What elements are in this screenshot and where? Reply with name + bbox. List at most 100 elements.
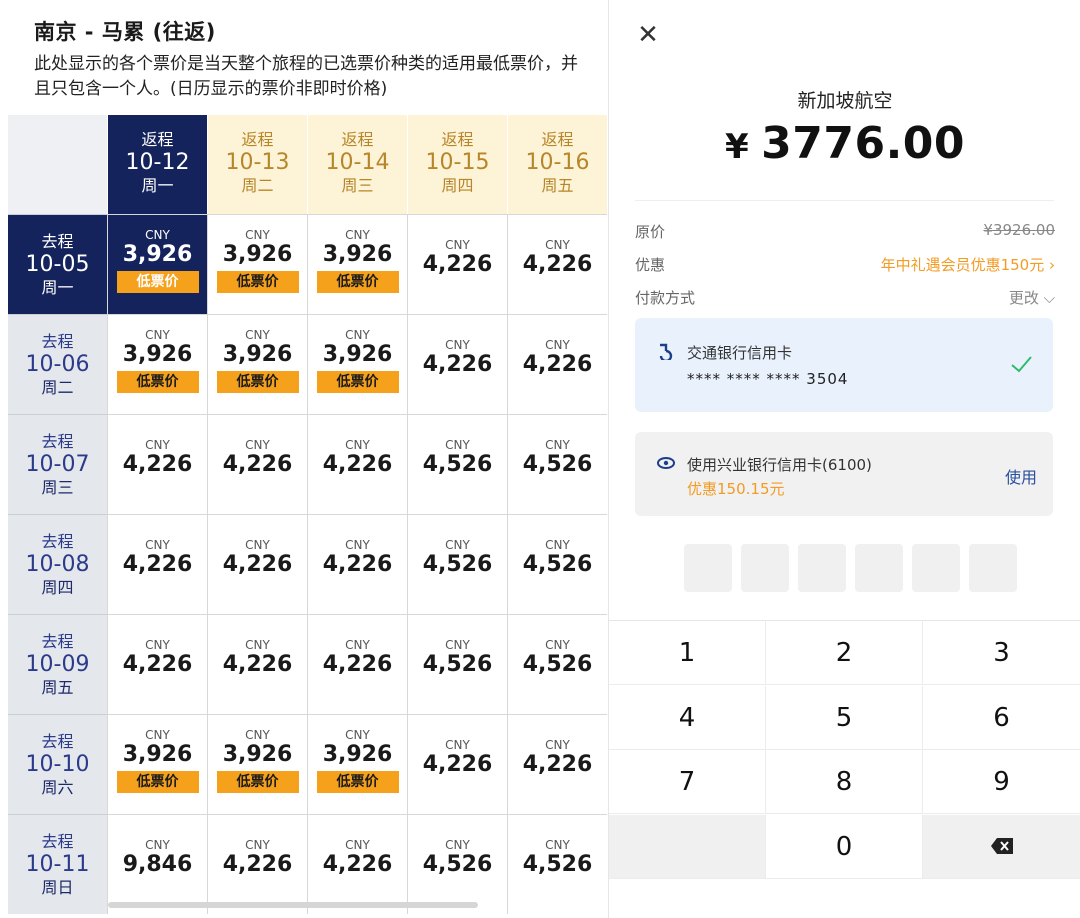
fare-cell[interactable]: CNY 4,226 [407, 714, 507, 814]
fare-cell[interactable]: CNY 4,226 [107, 614, 207, 714]
fare-cell[interactable]: CNY 4,226 [407, 214, 507, 314]
fare-cell[interactable]: CNY 4,226 [207, 814, 307, 914]
return-date-10-16[interactable]: 返程 10-16 周五 [507, 115, 607, 214]
fare-cell[interactable]: CNY 4,226 [207, 514, 307, 614]
keypad-key-5[interactable]: 5 [766, 685, 923, 750]
currency-code: CNY [245, 538, 270, 552]
fare-price: 4,226 [422, 752, 493, 777]
low-fare-badge: 低票价 [116, 371, 199, 393]
close-icon[interactable]: ✕ [635, 22, 661, 48]
fare-cell[interactable]: CNY 4,226 [307, 514, 407, 614]
discount-row[interactable]: 优惠 年中礼遇会员优惠150元 › [635, 254, 1055, 276]
fare-cell[interactable]: CNY 4,526 [407, 814, 507, 914]
change-method-button[interactable]: 更改 ⌵ [1009, 287, 1055, 308]
fare-cell[interactable]: CNY 4,226 [407, 314, 507, 414]
return-date-10-13[interactable]: 返程 10-13 周二 [207, 115, 307, 214]
fare-cell[interactable]: CNY 4,226 [307, 614, 407, 714]
fare-grid: 返程 10-12 周一 返程 10-13 周二 返程 10-14 周三 返程 10-15 周四 返程 10… [8, 115, 607, 915]
original-price-label: 原价 [635, 223, 666, 241]
keypad-blank [609, 814, 766, 879]
fare-cell[interactable]: CNY 4,226 [207, 614, 307, 714]
return-date: 10-14 [325, 150, 390, 175]
fare-cell[interactable]: CNY 4,526 [507, 814, 607, 914]
fare-price: 3,926 [122, 242, 193, 267]
keypad-key-0[interactable]: 0 [766, 814, 923, 879]
fare-cell[interactable]: CNY 4,226 [307, 814, 407, 914]
horizontal-scrollbar[interactable] [108, 902, 478, 908]
card-option-cib[interactable]: 使用兴业银行信用卡(6100) 优惠150.15元 使用 [635, 432, 1053, 516]
fare-cell[interactable]: CNY 4,526 [507, 614, 607, 714]
currency-code: CNY [345, 538, 370, 552]
currency-code: CNY [545, 638, 570, 652]
depart-date-10-05[interactable]: 去程 10-05 周一 [8, 214, 107, 314]
fare-cell[interactable]: CNY 3,926 低票价 [107, 214, 207, 314]
depart-date-10-11[interactable]: 去程 10-11 周日 [8, 814, 107, 914]
fare-cell[interactable]: CNY 4,526 [507, 514, 607, 614]
fare-cell[interactable]: CNY 3,926 低票价 [307, 314, 407, 414]
return-date-10-15[interactable]: 返程 10-15 周四 [407, 115, 507, 214]
keypad-key-7[interactable]: 7 [609, 750, 766, 814]
keypad-key-6[interactable]: 6 [923, 685, 1080, 750]
currency-code: CNY [545, 738, 570, 752]
fare-price: 3,926 [322, 242, 393, 267]
keypad-key-1[interactable]: 1 [609, 621, 766, 685]
fare-cell[interactable]: CNY 3,926 低票价 [207, 314, 307, 414]
fare-cell[interactable]: CNY 4,226 [207, 414, 307, 514]
fare-cell[interactable]: CNY 4,226 [307, 414, 407, 514]
fare-cell[interactable]: CNY 4,226 [507, 714, 607, 814]
pin-digit-box[interactable] [855, 544, 903, 592]
depart-date-10-08[interactable]: 去程 10-08 周四 [8, 514, 107, 614]
fare-cell[interactable]: CNY 3,926 低票价 [307, 214, 407, 314]
low-fare-badge: 低票价 [216, 771, 299, 793]
fare-cell[interactable]: CNY 3,926 低票价 [107, 314, 207, 414]
card-option-bocom[interactable]: 交通银行信用卡 **** **** **** 3504 [635, 318, 1053, 412]
depart-date-10-07[interactable]: 去程 10-07 周三 [8, 414, 107, 514]
pin-digit-box[interactable] [912, 544, 960, 592]
card2-promo: 优惠150.15元 [687, 480, 785, 498]
keypad-key-3[interactable]: 3 [923, 621, 1080, 685]
currency-code: CNY [445, 438, 470, 452]
currency-code: CNY [345, 728, 370, 742]
keypad-key-9[interactable]: 9 [923, 750, 1080, 814]
pin-digit-box[interactable] [684, 544, 732, 592]
fare-cell[interactable]: CNY 4,526 [407, 514, 507, 614]
depart-date: 10-07 [25, 452, 90, 477]
discount-value[interactable]: 年中礼遇会员优惠150元 › [881, 254, 1055, 275]
fare-cell[interactable]: CNY 4,226 [107, 514, 207, 614]
pin-digit-box[interactable] [969, 544, 1017, 592]
return-date-10-14[interactable]: 返程 10-14 周三 [307, 115, 407, 214]
fare-price: 4,226 [222, 652, 293, 677]
return-date-10-12[interactable]: 返程 10-12 周一 [107, 115, 207, 214]
depart-date: 10-09 [25, 652, 90, 677]
depart-date-10-06[interactable]: 去程 10-06 周二 [8, 314, 107, 414]
fare-cell[interactable]: CNY 3,926 低票价 [107, 714, 207, 814]
fare-cell[interactable]: CNY 4,226 [507, 314, 607, 414]
bank-logo-icon [657, 342, 675, 363]
fare-price: 4,526 [522, 852, 593, 877]
fare-cell[interactable]: CNY 9,846 [107, 814, 207, 914]
fare-price: 4,526 [422, 452, 493, 477]
keypad-key-8[interactable]: 8 [766, 750, 923, 814]
fare-cell[interactable]: CNY 3,926 低票价 [207, 214, 307, 314]
fare-cell[interactable]: CNY 4,226 [107, 414, 207, 514]
fare-cell[interactable]: CNY 4,526 [407, 614, 507, 714]
fare-price: 4,226 [522, 252, 593, 277]
pin-digit-box[interactable] [741, 544, 789, 592]
discount-label: 优惠 [635, 256, 666, 274]
keypad-key-2[interactable]: 2 [766, 621, 923, 685]
use-card-button[interactable]: 使用 [1005, 464, 1037, 488]
fare-cell[interactable]: CNY 4,526 [407, 414, 507, 514]
depart-date-10-10[interactable]: 去程 10-10 周六 [8, 714, 107, 814]
keypad-key-4[interactable]: 4 [609, 685, 766, 750]
fare-cell[interactable]: CNY 3,926 低票价 [307, 714, 407, 814]
backspace-key[interactable] [923, 814, 1080, 879]
fare-cell[interactable]: CNY 4,226 [507, 214, 607, 314]
fare-cell[interactable]: CNY 3,926 低票价 [207, 714, 307, 814]
fare-cell[interactable]: CNY 4,526 [507, 414, 607, 514]
return-weekday: 周一 [141, 176, 174, 195]
fare-note: 此处显示的各个票价是当天整个旅程的已选票价种类的适用最低票价，并且只包含一个人。… [34, 54, 578, 99]
depart-date-10-09[interactable]: 去程 10-09 周五 [8, 614, 107, 714]
pin-digit-box[interactable] [798, 544, 846, 592]
fare-price: 4,226 [122, 452, 193, 477]
fare-price: 4,226 [222, 552, 293, 577]
